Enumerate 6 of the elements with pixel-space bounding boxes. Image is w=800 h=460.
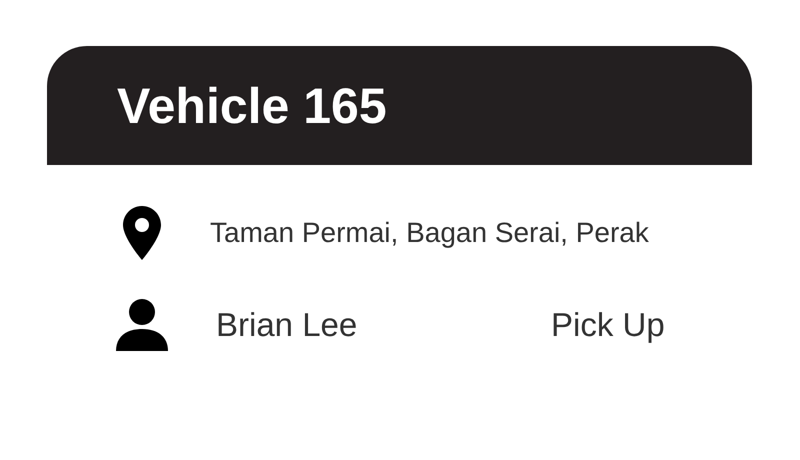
trip-type-label: Pick Up bbox=[551, 306, 665, 344]
vehicle-title: Vehicle 165 bbox=[117, 76, 387, 134]
person-name: Brian Lee bbox=[216, 306, 358, 344]
person-icon bbox=[116, 299, 168, 351]
address-text: Taman Permai, Bagan Serai, Perak bbox=[210, 217, 649, 249]
location-pin-icon bbox=[123, 206, 161, 260]
